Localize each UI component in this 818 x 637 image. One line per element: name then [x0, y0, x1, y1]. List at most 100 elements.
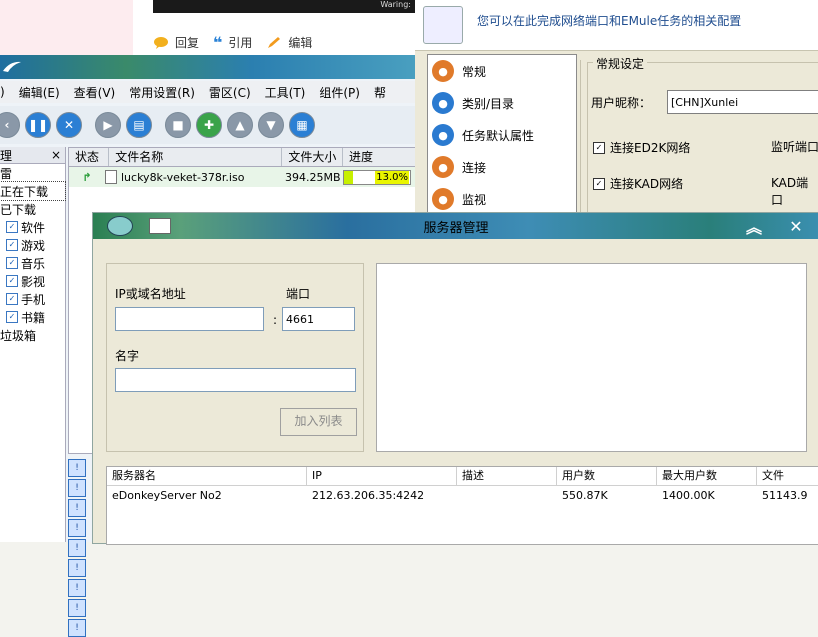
col-size[interactable]: 文件大小	[282, 148, 343, 166]
tools-icon[interactable]: ✚	[196, 112, 222, 138]
ed2k-checkbox[interactable]: ✓	[593, 141, 605, 154]
move-down-icon[interactable]: ▼	[258, 112, 284, 138]
sidebar-item[interactable]: 已下载	[0, 200, 65, 218]
options-category-item[interactable]: ● 连接	[428, 151, 576, 183]
menu-settings[interactable]: 常用设置(R)	[129, 84, 209, 101]
thunder-logo-icon	[3, 61, 21, 72]
options-category-item[interactable]: ● 任务默认属性	[428, 119, 576, 151]
col-description[interactable]: 描述	[457, 467, 557, 485]
move-up-icon[interactable]: ▲	[227, 112, 253, 138]
col-files[interactable]: 文件	[757, 467, 818, 485]
log-warning-icon[interactable]: !	[68, 499, 86, 517]
category-checkbox-icon[interactable]: ✓	[6, 311, 18, 323]
listen-port-label: 监听端口	[771, 140, 818, 154]
port-input[interactable]: 4661	[282, 307, 355, 331]
pause-icon[interactable]: ❚❚	[25, 112, 51, 138]
nickname-input[interactable]: [CHN]Xunlei	[667, 90, 818, 114]
edit-link[interactable]: 编辑	[266, 34, 312, 51]
sidebar-item[interactable]: ✓ 手机	[0, 290, 65, 308]
kad-port-label: KAD端口	[771, 176, 809, 207]
table-row[interactable]: eDonkeyServer No2 212.63.206.35:4242 550…	[107, 486, 818, 506]
sidebar-item[interactable]: 垃圾箱	[0, 326, 65, 344]
sidebar-item[interactable]: ✓ 游戏	[0, 236, 65, 254]
category-checkbox-icon[interactable]: ✓	[6, 221, 18, 233]
task-progress-text: 13.0%	[375, 170, 409, 184]
ip-port-separator: :	[273, 313, 278, 327]
col-ip[interactable]: IP	[307, 467, 457, 485]
general-settings-panel: 常规设定 用户昵称： [CHN]Xunlei ✓ 连接ED2K网络 监听端口 ✓…	[580, 55, 818, 220]
name-input[interactable]	[115, 368, 356, 392]
server-dialog-title-bar[interactable]: 服务器管理 ︽ ✕	[93, 213, 818, 239]
sidebar-item[interactable]: ✓ 影视	[0, 272, 65, 290]
col-users[interactable]: 用户数	[557, 467, 657, 485]
server-info-panel	[376, 263, 807, 452]
sidebar-item[interactable]: ✓ 软件	[0, 218, 65, 236]
ed2k-label: 连接ED2K网络	[610, 141, 691, 155]
options-category-item[interactable]: ● 类别/目录	[428, 87, 576, 119]
sidebar-item-label: 正在下载	[0, 184, 49, 199]
ip-label: IP或域名地址	[115, 287, 186, 301]
category-checkbox-icon[interactable]: ✓	[6, 275, 18, 287]
log-warning-icon[interactable]: !	[68, 519, 86, 537]
sidebar-item[interactable]: ✓ 音乐	[0, 254, 65, 272]
col-server-name[interactable]: 服务器名	[107, 467, 307, 485]
options-category-item[interactable]: ● 监视	[428, 183, 576, 215]
sidebar-item-label: 书籍	[21, 310, 46, 325]
folder-icon: ●	[432, 92, 454, 114]
quote-link[interactable]: ❝ 引用	[213, 33, 252, 52]
menu-view[interactable]: 查看(V)	[74, 84, 130, 101]
category-checkbox-icon[interactable]: ✓	[6, 257, 18, 269]
open-folder-icon[interactable]: ▤	[126, 112, 152, 138]
ed2k-option[interactable]: ✓ 连接ED2K网络	[593, 139, 690, 156]
calculator-icon[interactable]: ▦	[289, 112, 315, 138]
col-filename[interactable]: 文件名称	[109, 148, 283, 166]
ip-input[interactable]	[115, 307, 264, 331]
menu-edit[interactable]: 编辑(E)	[19, 84, 74, 101]
options-category-item[interactable]: ● 常规	[428, 55, 576, 87]
sidebar-item[interactable]: 雷	[0, 164, 65, 182]
sidebar-item[interactable]: ✓ 书籍	[0, 308, 65, 326]
options-header: 您可以在此完成网络端口和EMule任务的相关配置	[415, 0, 818, 51]
add-to-list-button[interactable]: 加入列表	[280, 408, 357, 436]
options-category-label: 任务默认属性	[462, 128, 535, 143]
edit-label: 编辑	[288, 36, 313, 50]
reply-link[interactable]: 回复	[153, 34, 199, 51]
log-warning-icon[interactable]: !	[68, 599, 86, 617]
close-icon[interactable]: ✕	[783, 214, 809, 238]
delete-icon[interactable]: ✕	[56, 112, 82, 138]
sidebar-item-label: 手机	[21, 292, 46, 307]
thunder-title-bar[interactable]	[0, 55, 420, 79]
menu-help[interactable]: 帮	[374, 84, 400, 101]
name-label: 名字	[115, 349, 140, 363]
log-warning-icon[interactable]: !	[68, 579, 86, 597]
progress-fill	[344, 170, 353, 184]
play-icon[interactable]: ▶	[95, 112, 121, 138]
category-checkbox-icon[interactable]: ✓	[6, 239, 18, 251]
col-max-users[interactable]: 最大用户数	[657, 467, 757, 485]
back-icon[interactable]: ‹	[0, 112, 20, 138]
server-ip-cell: 212.63.206.35:4242	[312, 489, 425, 502]
col-progress[interactable]: 进度	[343, 148, 421, 166]
kad-option[interactable]: ✓ 连接KAD网络	[593, 175, 683, 192]
video-caption-bar: Waring:	[153, 0, 415, 13]
log-warning-icon[interactable]: !	[68, 459, 86, 477]
sidebar-item[interactable]: 正在下载	[0, 181, 66, 201]
video-icon[interactable]: ■	[165, 112, 191, 138]
log-warning-icon[interactable]: !	[68, 479, 86, 497]
menu-components[interactable]: 组件(P)	[319, 84, 374, 101]
menu-thunder-zone[interactable]: 雷区(C)	[209, 84, 265, 101]
menu-item-partial[interactable]: )	[0, 85, 19, 99]
log-warning-icon[interactable]: !	[68, 559, 86, 577]
log-warning-icon[interactable]: !	[68, 619, 86, 637]
category-checkbox-icon[interactable]: ✓	[6, 293, 18, 305]
kad-checkbox[interactable]: ✓	[593, 177, 605, 190]
port-label: 端口	[286, 287, 311, 301]
task-row[interactable]: ↱ lucky8k-veket-378r.iso 394.25MB 13.0%	[69, 167, 421, 187]
tree-close-icon[interactable]: ×	[51, 148, 61, 162]
server-max-users-cell: 1400.00K	[662, 489, 715, 502]
col-status[interactable]: 状态	[69, 148, 110, 166]
page-side-band	[0, 0, 133, 60]
collapse-icon[interactable]: ︽	[741, 214, 767, 238]
menu-tools[interactable]: 工具(T)	[265, 84, 320, 101]
star-icon: ●	[432, 124, 454, 146]
